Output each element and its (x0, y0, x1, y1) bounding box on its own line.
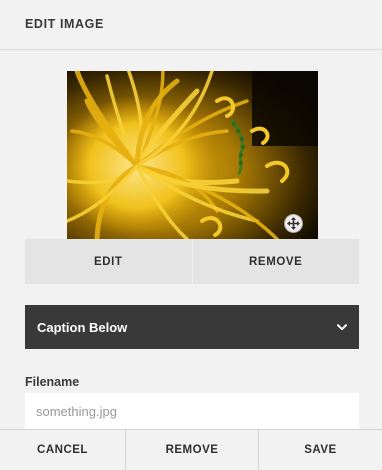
panel-header: EDIT IMAGE (0, 0, 382, 50)
remove-image-button[interactable]: REMOVE (191, 239, 359, 284)
caption-position-select[interactable]: Caption Below (25, 305, 359, 349)
move-arrows-icon (287, 217, 300, 230)
chevron-down-icon (337, 323, 347, 330)
edit-image-button[interactable]: EDIT (25, 239, 192, 284)
image-actions: EDIT REMOVE (25, 239, 359, 284)
move-handle[interactable] (284, 214, 303, 233)
flower-image (67, 71, 318, 239)
filename-input[interactable] (25, 393, 359, 429)
footer-actions: CANCEL REMOVE SAVE (0, 429, 382, 470)
filename-label: Filename (25, 375, 80, 389)
caption-select-value: Caption Below (37, 319, 128, 335)
remove-button[interactable]: REMOVE (126, 430, 259, 470)
image-preview[interactable] (67, 71, 318, 239)
panel-title: EDIT IMAGE (25, 17, 104, 31)
save-button[interactable]: SAVE (259, 430, 382, 470)
cancel-button[interactable]: CANCEL (0, 430, 126, 470)
edit-image-panel: EDIT IMAGE EDIT REMOVE Caption Below Fil… (0, 0, 382, 470)
